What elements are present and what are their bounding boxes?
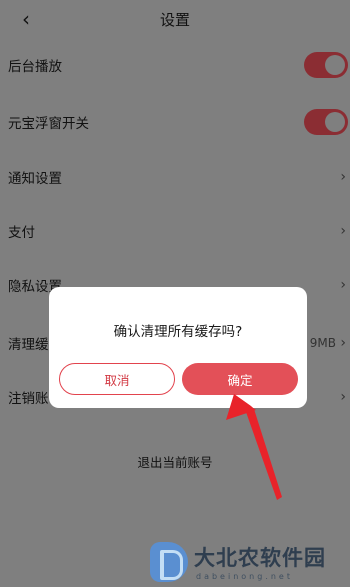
watermark-b-icon (150, 542, 188, 582)
watermark-text: 大北农软件园 (194, 546, 326, 570)
watermark-url: dabeinong.net (196, 572, 293, 581)
annotation-arrow-icon (226, 394, 282, 500)
watermark-logo: 大北农软件园 dabeinong.net (150, 538, 350, 587)
